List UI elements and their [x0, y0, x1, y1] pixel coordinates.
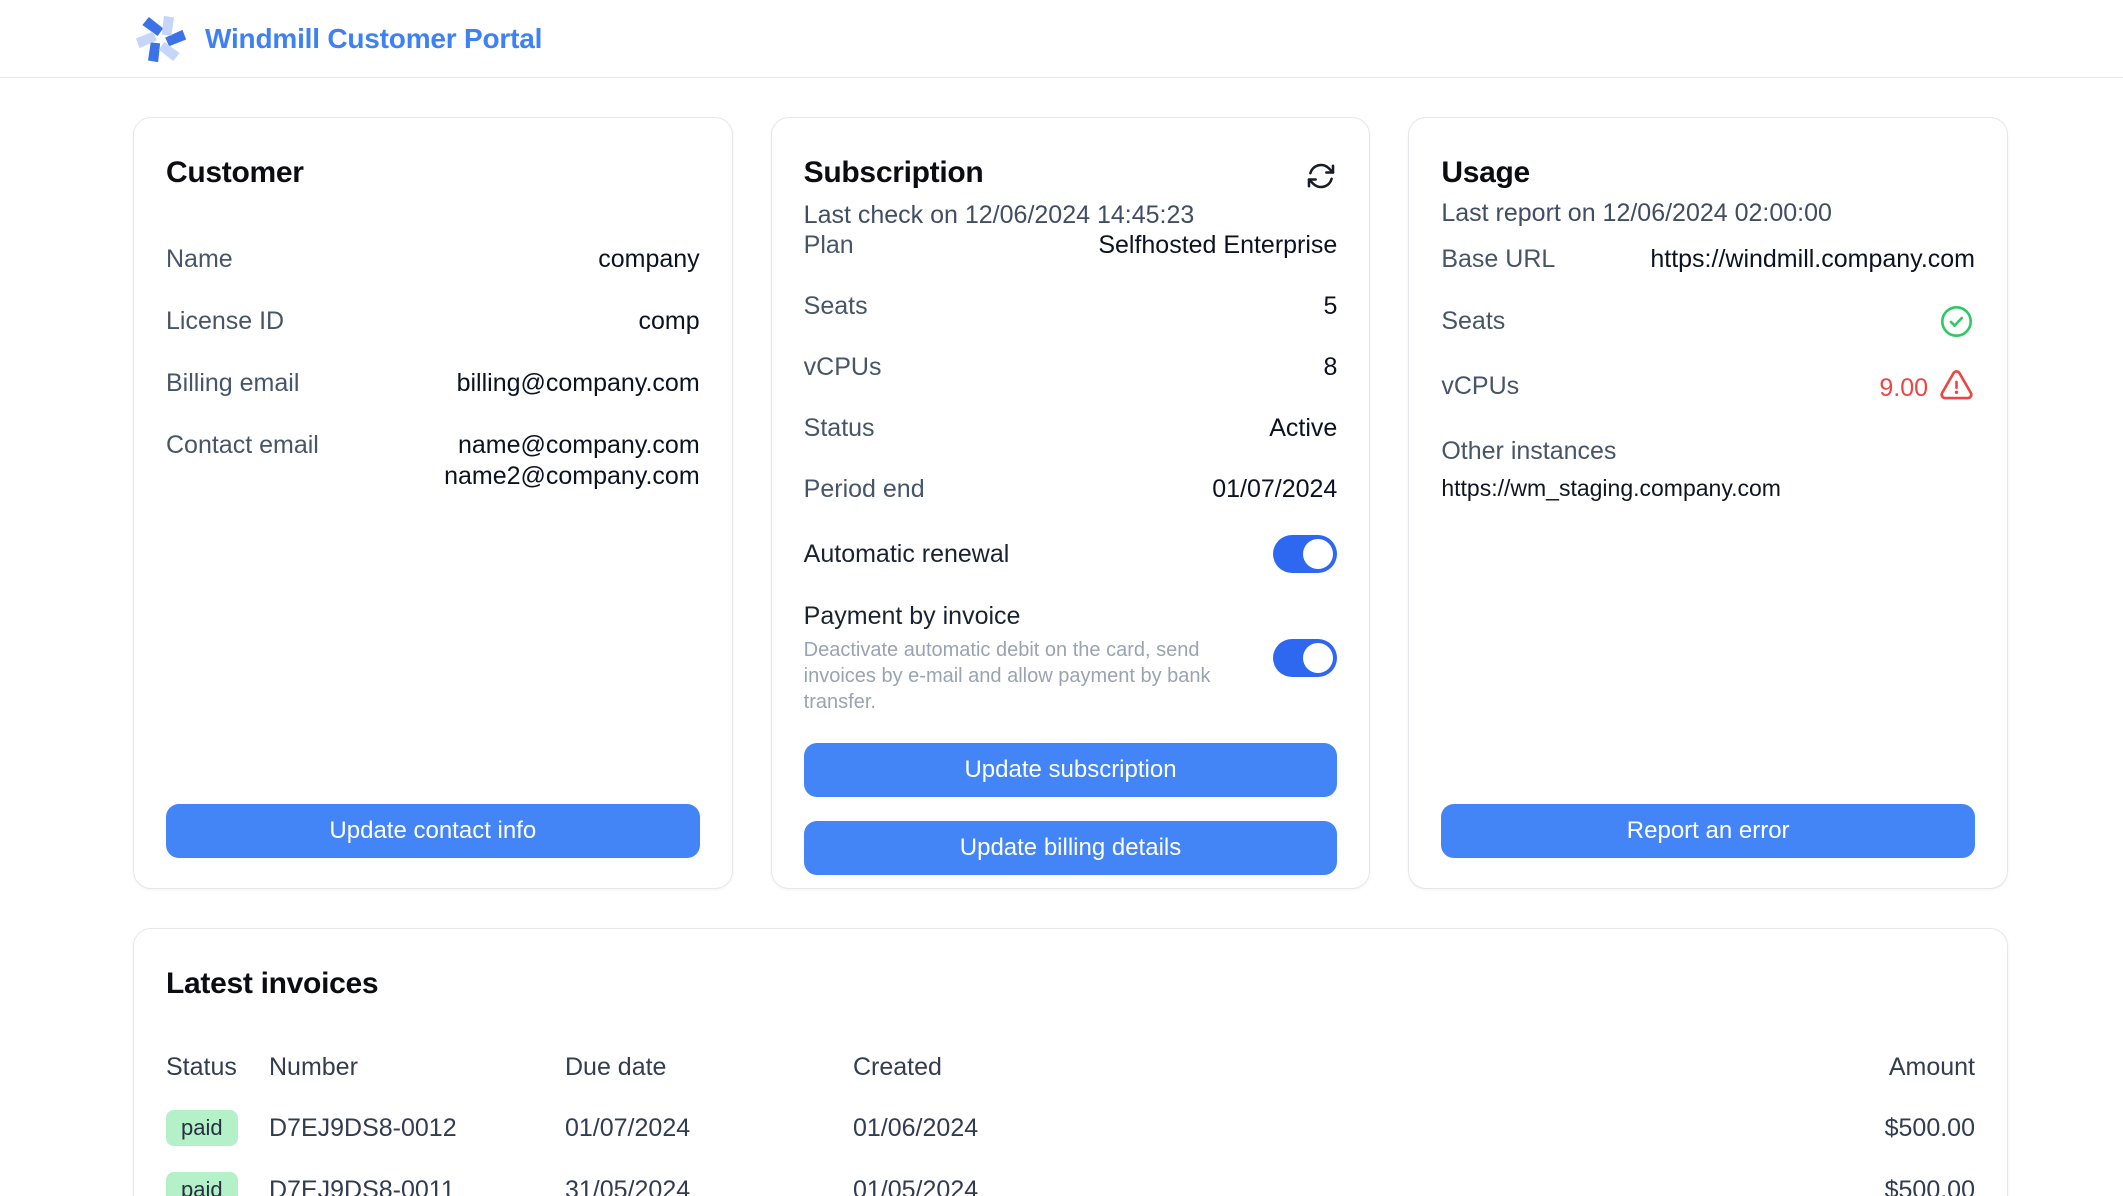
other-instance-url: https://wm_staging.company.com	[1441, 475, 1975, 502]
check-circle-icon	[1938, 303, 1975, 340]
usage-vcpus-row: vCPUs 9.00	[1441, 371, 1975, 405]
field-value: name@company.com name2@company.com	[444, 430, 700, 492]
toggle-knob	[1303, 643, 1333, 673]
customer-name-row: Name company	[166, 244, 700, 275]
report-an-error-button[interactable]: Report an error	[1441, 804, 1975, 858]
invoice-created: 01/05/2024	[853, 1176, 1775, 1196]
last-report-timestamp: Last report on 12/06/2024 02:00:00	[1441, 199, 1975, 228]
app-title: Windmill Customer Portal	[205, 23, 542, 55]
invoice-amount: $500.00	[1775, 1176, 1975, 1196]
field-value: 5	[1323, 291, 1337, 322]
field-value: comp	[639, 306, 700, 337]
field-label: Period end	[804, 474, 925, 504]
summary-cards-row: Customer Name company License ID comp Bi…	[133, 117, 2008, 889]
field-label: Contact email	[166, 430, 319, 460]
invoice-amount: $500.00	[1775, 1114, 1975, 1143]
invoice-number: D7EJ9DS8-0012	[269, 1114, 565, 1143]
update-billing-details-button[interactable]: Update billing details	[804, 821, 1338, 875]
invoice-due-date: 31/05/2024	[565, 1176, 853, 1196]
vcpus-usage-value: 9.00	[1879, 373, 1928, 404]
field-value: 8	[1323, 352, 1337, 383]
usage-seats-row: Seats	[1441, 306, 1975, 340]
automatic-renewal-row: Automatic renewal	[804, 535, 1338, 573]
customer-contact-email-row: Contact email name@company.com name2@com…	[166, 430, 700, 492]
field-label: Status	[804, 413, 875, 443]
warning-triangle-icon	[1938, 368, 1975, 405]
payment-by-invoice-description: Deactivate automatic debit on the card, …	[804, 637, 1234, 715]
subscription-card: Subscription Last check on 12/06/2024 14…	[771, 117, 1371, 889]
field-value: billing@company.com	[457, 368, 700, 399]
field-value: Active	[1269, 413, 1337, 444]
customer-card-title: Customer	[166, 156, 304, 190]
seats-row: Seats 5	[804, 291, 1338, 321]
windmill-logo-icon	[135, 13, 187, 65]
status-badge: paid	[166, 1110, 238, 1146]
period-end-row: Period end 01/07/2024	[804, 474, 1338, 504]
subscription-card-title: Subscription	[804, 156, 984, 190]
field-value: Selfhosted Enterprise	[1098, 230, 1337, 261]
invoice-number: D7EJ9DS8-0011	[269, 1176, 565, 1196]
customer-billing-email-row: Billing email billing@company.com	[166, 368, 700, 399]
vcpus-row: vCPUs 8	[804, 352, 1338, 382]
field-label: vCPUs	[804, 352, 882, 382]
field-label: Base URL	[1441, 244, 1555, 274]
invoice-row[interactable]: paid D7EJ9DS8-0011 31/05/2024 01/05/2024…	[166, 1159, 1975, 1196]
invoice-row[interactable]: paid D7EJ9DS8-0012 01/07/2024 01/06/2024…	[166, 1097, 1975, 1159]
field-label: Billing email	[166, 368, 299, 398]
invoice-table-header: Status Number Due date Created Amount	[166, 1047, 1975, 1087]
field-label: License ID	[166, 306, 284, 336]
latest-invoices-card: Latest invoices Status Number Due date C…	[133, 928, 2008, 1196]
field-value: https://windmill.company.com	[1650, 244, 1975, 275]
field-label: Seats	[1441, 306, 1505, 336]
status-badge: paid	[166, 1172, 238, 1196]
field-label: Other instances	[1441, 436, 1631, 466]
column-header-amount: Amount	[1775, 1053, 1975, 1082]
toggle-label: Automatic renewal	[804, 539, 1010, 569]
automatic-renewal-toggle[interactable]	[1273, 535, 1337, 573]
toggle-label: Payment by invoice	[804, 602, 1021, 630]
customer-card: Customer Name company License ID comp Bi…	[133, 117, 733, 889]
usage-card: Usage Last report on 12/06/2024 02:00:00…	[1408, 117, 2008, 889]
payment-by-invoice-toggle[interactable]	[1273, 639, 1337, 677]
column-header-created: Created	[853, 1053, 1775, 1082]
last-check-timestamp: Last check on 12/06/2024 14:45:23	[804, 201, 1338, 230]
field-label: Name	[166, 244, 233, 274]
base-url-row: Base URL https://windmill.company.com	[1441, 244, 1975, 275]
other-instances-row: Other instances https://wm_staging.compa…	[1441, 436, 1975, 502]
latest-invoices-title: Latest invoices	[166, 967, 1975, 1001]
customer-license-row: License ID comp	[166, 306, 700, 337]
refresh-icon[interactable]	[1305, 160, 1337, 192]
field-value: company	[598, 244, 699, 275]
update-subscription-button[interactable]: Update subscription	[804, 743, 1338, 797]
invoice-due-date: 01/07/2024	[565, 1114, 853, 1143]
status-row: Status Active	[804, 413, 1338, 443]
payment-by-invoice-row: Payment by invoice Deactivate automatic …	[804, 601, 1338, 715]
field-value: 01/07/2024	[1212, 474, 1337, 505]
column-header-due-date: Due date	[565, 1053, 853, 1082]
top-navigation-bar: Windmill Customer Portal	[0, 0, 2123, 78]
usage-card-title: Usage	[1441, 156, 1530, 190]
column-header-number: Number	[269, 1053, 565, 1082]
plan-row: Plan Selfhosted Enterprise	[804, 230, 1338, 260]
contact-email-2: name2@company.com	[444, 461, 700, 492]
field-label: Plan	[804, 230, 854, 260]
column-header-status: Status	[166, 1053, 269, 1082]
update-contact-info-button[interactable]: Update contact info	[166, 804, 700, 858]
field-label: Seats	[804, 291, 868, 321]
invoice-created: 01/06/2024	[853, 1114, 1775, 1143]
field-label: vCPUs	[1441, 371, 1519, 401]
toggle-knob	[1303, 539, 1333, 569]
contact-email-1: name@company.com	[444, 430, 700, 461]
